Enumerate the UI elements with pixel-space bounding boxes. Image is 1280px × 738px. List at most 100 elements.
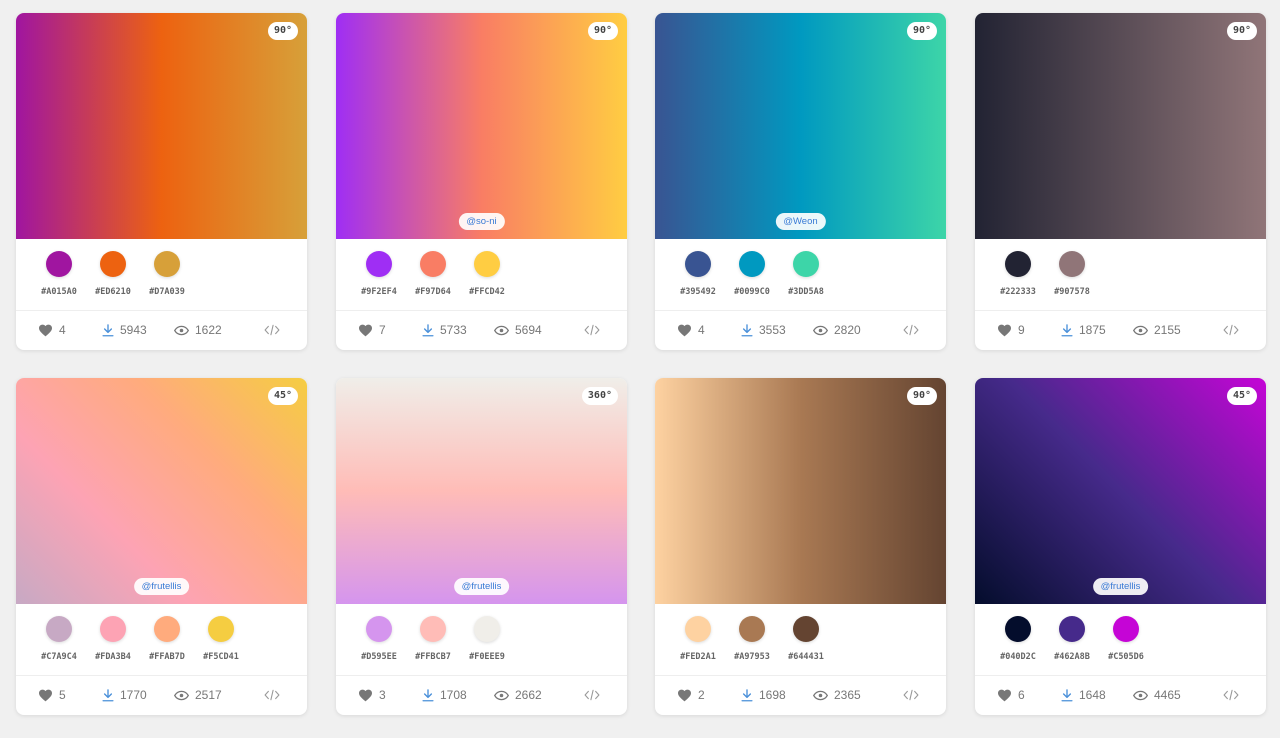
color-dot[interactable] — [366, 251, 392, 277]
like-button[interactable]: 4 — [677, 323, 741, 337]
color-swatch[interactable]: #FDA3B4 — [86, 616, 140, 675]
download-button[interactable]: 1875 — [1061, 323, 1133, 337]
get-code-button[interactable] — [584, 689, 606, 701]
color-hex-label[interactable]: #FFCD42 — [469, 287, 505, 297]
gradient-card[interactable]: 90° #A015A0 #ED6210 #D7A039 4 5943 1622 — [16, 13, 307, 350]
color-dot[interactable] — [739, 616, 765, 642]
color-swatch[interactable]: #FFAB7D — [140, 616, 194, 675]
color-swatch[interactable]: #9F2EF4 — [352, 251, 406, 310]
color-dot[interactable] — [474, 251, 500, 277]
color-dot[interactable] — [685, 616, 711, 642]
color-dot[interactable] — [793, 251, 819, 277]
gradient-card[interactable]: 90° #FED2A1 #A97953 #644431 2 1698 2365 — [655, 378, 946, 715]
color-dot[interactable] — [1113, 616, 1139, 642]
gradient-preview[interactable]: 90° @so-ni — [336, 13, 627, 239]
like-button[interactable]: 4 — [38, 323, 102, 337]
gradient-preview[interactable]: 45° @frutellis — [16, 378, 307, 604]
color-swatch[interactable]: #462A8B — [1045, 616, 1099, 675]
color-hex-label[interactable]: #A97953 — [734, 652, 770, 662]
color-dot[interactable] — [793, 616, 819, 642]
color-swatch[interactable]: #040D2C — [991, 616, 1045, 675]
color-hex-label[interactable]: #A015A0 — [41, 287, 77, 297]
author-link[interactable]: @frutellis — [1092, 578, 1149, 595]
get-code-button[interactable] — [903, 324, 925, 336]
like-button[interactable]: 2 — [677, 688, 741, 702]
color-hex-label[interactable]: #F0EEE9 — [469, 652, 505, 662]
color-dot[interactable] — [46, 616, 72, 642]
get-code-button[interactable] — [1223, 689, 1245, 701]
get-code-button[interactable] — [264, 324, 286, 336]
color-hex-label[interactable]: #9F2EF4 — [361, 287, 397, 297]
color-dot[interactable] — [208, 616, 234, 642]
get-code-button[interactable] — [264, 689, 286, 701]
color-hex-label[interactable]: #462A8B — [1054, 652, 1090, 662]
color-hex-label[interactable]: #D7A039 — [149, 287, 185, 297]
color-hex-label[interactable]: #D595EE — [361, 652, 397, 662]
color-dot[interactable] — [154, 616, 180, 642]
gradient-card[interactable]: 45° @frutellis #040D2C #462A8B #C505D6 6 1648 4… — [975, 378, 1266, 715]
color-hex-label[interactable]: #395492 — [680, 287, 716, 297]
color-dot[interactable] — [1005, 251, 1031, 277]
get-code-button[interactable] — [1223, 324, 1245, 336]
like-button[interactable]: 7 — [358, 323, 422, 337]
color-swatch[interactable]: #F5CD41 — [194, 616, 248, 675]
color-dot[interactable] — [420, 251, 446, 277]
color-swatch[interactable]: #395492 — [671, 251, 725, 310]
color-swatch[interactable]: #ED6210 — [86, 251, 140, 310]
gradient-card[interactable]: 90° @Weon #395492 #0099C0 #3DD5A8 4 3553 2820 — [655, 13, 946, 350]
color-swatch[interactable]: #0099C0 — [725, 251, 779, 310]
color-dot[interactable] — [420, 616, 446, 642]
download-button[interactable]: 1698 — [741, 688, 813, 702]
color-dot[interactable] — [474, 616, 500, 642]
color-swatch[interactable]: #FED2A1 — [671, 616, 725, 675]
color-dot[interactable] — [1005, 616, 1031, 642]
color-hex-label[interactable]: #644431 — [788, 652, 824, 662]
color-dot[interactable] — [154, 251, 180, 277]
color-hex-label[interactable]: #FFBCB7 — [415, 652, 451, 662]
gradient-preview[interactable]: 90° — [16, 13, 307, 239]
like-button[interactable]: 9 — [997, 323, 1061, 337]
download-button[interactable]: 5943 — [102, 323, 174, 337]
color-hex-label[interactable]: #FED2A1 — [680, 652, 716, 662]
color-hex-label[interactable]: #FFAB7D — [149, 652, 185, 662]
color-swatch[interactable]: #C505D6 — [1099, 616, 1153, 675]
color-swatch[interactable]: #F0EEE9 — [460, 616, 514, 675]
download-button[interactable]: 1770 — [102, 688, 174, 702]
color-hex-label[interactable]: #FDA3B4 — [95, 652, 131, 662]
color-dot[interactable] — [739, 251, 765, 277]
color-swatch[interactable]: #222333 — [991, 251, 1045, 310]
color-hex-label[interactable]: #C7A9C4 — [41, 652, 77, 662]
gradient-preview[interactable]: 90° — [655, 378, 946, 604]
download-button[interactable]: 1648 — [1061, 688, 1133, 702]
color-hex-label[interactable]: #222333 — [1000, 287, 1036, 297]
color-swatch[interactable]: #D7A039 — [140, 251, 194, 310]
get-code-button[interactable] — [584, 324, 606, 336]
color-hex-label[interactable]: #F97D64 — [415, 287, 451, 297]
color-dot[interactable] — [46, 251, 72, 277]
color-swatch[interactable]: #D595EE — [352, 616, 406, 675]
gradient-card[interactable]: 90° @so-ni #9F2EF4 #F97D64 #FFCD42 7 5733 5694 — [336, 13, 627, 350]
download-button[interactable]: 3553 — [741, 323, 813, 337]
color-hex-label[interactable]: #040D2C — [1000, 652, 1036, 662]
gradient-preview[interactable]: 360° @frutellis — [336, 378, 627, 604]
like-button[interactable]: 3 — [358, 688, 422, 702]
author-link[interactable]: @frutellis — [133, 578, 190, 595]
color-swatch[interactable]: #644431 — [779, 616, 833, 675]
color-dot[interactable] — [1059, 616, 1085, 642]
gradient-preview[interactable]: 90° — [975, 13, 1266, 239]
color-swatch[interactable]: #907578 — [1045, 251, 1099, 310]
color-swatch[interactable]: #C7A9C4 — [32, 616, 86, 675]
get-code-button[interactable] — [903, 689, 925, 701]
color-dot[interactable] — [100, 251, 126, 277]
color-dot[interactable] — [1059, 251, 1085, 277]
like-button[interactable]: 6 — [997, 688, 1061, 702]
color-swatch[interactable]: #A97953 — [725, 616, 779, 675]
gradient-card[interactable]: 360° @frutellis #D595EE #FFBCB7 #F0EEE9 3 1708… — [336, 378, 627, 715]
gradient-preview[interactable]: 45° @frutellis — [975, 378, 1266, 604]
color-hex-label[interactable]: #ED6210 — [95, 287, 131, 297]
color-dot[interactable] — [685, 251, 711, 277]
color-hex-label[interactable]: #0099C0 — [734, 287, 770, 297]
gradient-card[interactable]: 45° @frutellis #C7A9C4 #FDA3B4 #FFAB7D #F5CD4… — [16, 378, 307, 715]
color-swatch[interactable]: #FFCD42 — [460, 251, 514, 310]
color-dot[interactable] — [366, 616, 392, 642]
